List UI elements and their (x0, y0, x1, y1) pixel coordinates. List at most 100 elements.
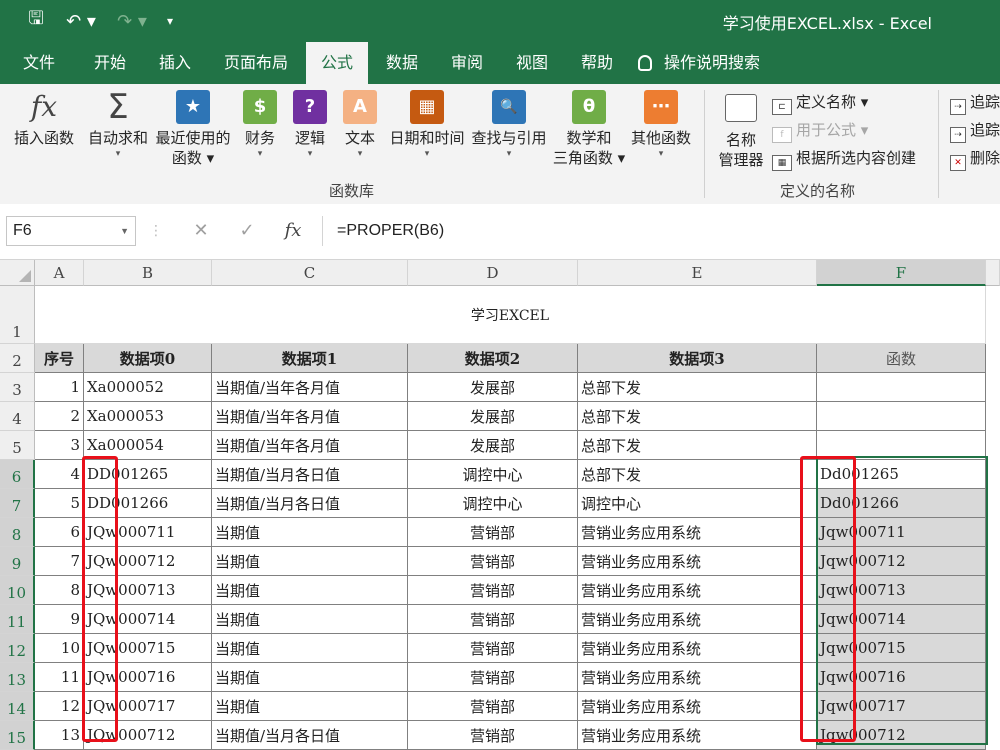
row-header-4[interactable]: 4 (0, 402, 35, 431)
cell-col-e-row5[interactable]: 总部下发 (578, 431, 817, 460)
tab-file[interactable]: 文件 (10, 42, 68, 84)
cell-col-a-row9[interactable]: 7 (35, 547, 84, 576)
header-cell-col-b[interactable]: 数据项0 (84, 344, 212, 373)
cell-col-e-row14[interactable]: 营销业务应用系统 (578, 692, 817, 721)
cell-col-a-row13[interactable]: 11 (35, 663, 84, 692)
header-cell-col-f[interactable]: 函数 (817, 344, 986, 373)
tab-page-layout[interactable]: 页面布局 (212, 42, 300, 84)
row-header-11[interactable]: 11 (0, 605, 35, 634)
cell-col-c-row14[interactable]: 当期值 (212, 692, 408, 721)
trace-dependents-button[interactable]: ⇢ 追踪 (950, 119, 1000, 143)
redo-icon[interactable]: ↷ ▾ (110, 8, 154, 34)
cell-col-d-row11[interactable]: 营销部 (408, 605, 578, 634)
column-header-e[interactable]: E (578, 260, 817, 286)
name-manager-button[interactable]: 名称 管理器 (714, 90, 768, 170)
cell-col-a-row7[interactable]: 5 (35, 489, 84, 518)
recently-used-button[interactable]: ★ 最近使用的 函数 ▾ (152, 90, 234, 168)
cell-col-a-row5[interactable]: 3 (35, 431, 84, 460)
column-header-a[interactable]: A (35, 260, 84, 286)
cell-col-d-row4[interactable]: 发展部 (408, 402, 578, 431)
cell-col-c-row3[interactable]: 当期值/当年各月值 (212, 373, 408, 402)
tab-review[interactable]: 审阅 (437, 42, 497, 84)
save-icon[interactable]: 🖫 (22, 8, 50, 34)
cell-col-a-row6[interactable]: 4 (35, 460, 84, 489)
cell-col-d-row14[interactable]: 营销部 (408, 692, 578, 721)
cell-col-a-row12[interactable]: 10 (35, 634, 84, 663)
row-header-1[interactable]: 1 (0, 286, 35, 344)
undo-icon[interactable]: ↶ ▾ (58, 8, 104, 34)
row-header-7[interactable]: 7 (0, 489, 35, 518)
customize-toolbar-icon[interactable]: ▾ (160, 8, 180, 34)
cell-col-c-row15[interactable]: 当期值/当月各日值 (212, 721, 408, 750)
column-header-b[interactable]: B (84, 260, 212, 286)
lookup-reference-button[interactable]: 🔍 查找与引用 ▾ (468, 90, 550, 160)
cell-col-c-row5[interactable]: 当期值/当年各月值 (212, 431, 408, 460)
row-header-6[interactable]: 6 (0, 460, 35, 489)
cell-col-e-row3[interactable]: 总部下发 (578, 373, 817, 402)
column-header-c[interactable]: C (212, 260, 408, 286)
cell-col-e-row11[interactable]: 营销业务应用系统 (578, 605, 817, 634)
cell-col-c-row6[interactable]: 当期值/当月各日值 (212, 460, 408, 489)
tab-help[interactable]: 帮助 (567, 42, 627, 84)
cell-col-e-row12[interactable]: 营销业务应用系统 (578, 634, 817, 663)
cell-col-d-row3[interactable]: 发展部 (408, 373, 578, 402)
cell-col-d-row13[interactable]: 营销部 (408, 663, 578, 692)
row-header-8[interactable]: 8 (0, 518, 35, 547)
row-header-5[interactable]: 5 (0, 431, 35, 460)
cell-col-a-row11[interactable]: 9 (35, 605, 84, 634)
text-button[interactable]: A 文本 ▾ (338, 90, 382, 160)
row-header-14[interactable]: 14 (0, 692, 35, 721)
cell-col-e-row6[interactable]: 总部下发 (578, 460, 817, 489)
cell-col-e-row9[interactable]: 营销业务应用系统 (578, 547, 817, 576)
tab-data[interactable]: 数据 (372, 42, 432, 84)
cell-col-b-row3[interactable]: Xa000052 (84, 373, 212, 402)
create-from-selection-button[interactable]: ▦ 根据所选内容创建 (772, 147, 916, 171)
tab-home[interactable]: 开始 (80, 42, 140, 84)
cell-col-c-row13[interactable]: 当期值 (212, 663, 408, 692)
cell-col-a-row10[interactable]: 8 (35, 576, 84, 605)
sheet-title-cell[interactable]: 学习EXCEL (35, 286, 986, 344)
cell-col-a-row4[interactable]: 2 (35, 402, 84, 431)
tab-formulas[interactable]: 公式 (306, 42, 368, 84)
tab-insert[interactable]: 插入 (145, 42, 205, 84)
cell-col-a-row14[interactable]: 12 (35, 692, 84, 721)
column-header-f[interactable]: F (817, 260, 986, 286)
autosum-button[interactable]: Σ 自动求和 ▾ (84, 90, 152, 160)
cell-col-d-row5[interactable]: 发展部 (408, 431, 578, 460)
more-functions-button[interactable]: ⋯ 其他函数 ▾ (628, 90, 694, 160)
cell-col-a-row3[interactable]: 1 (35, 373, 84, 402)
header-cell-col-d[interactable]: 数据项2 (408, 344, 578, 373)
insert-function-icon[interactable]: fx (278, 216, 308, 246)
tab-view[interactable]: 视图 (502, 42, 562, 84)
cell-col-f-row3[interactable] (817, 373, 986, 402)
cell-col-d-row6[interactable]: 调控中心 (408, 460, 578, 489)
cell-col-c-row8[interactable]: 当期值 (212, 518, 408, 547)
cell-col-c-row4[interactable]: 当期值/当年各月值 (212, 402, 408, 431)
cell-col-c-row11[interactable]: 当期值 (212, 605, 408, 634)
header-cell-col-c[interactable]: 数据项1 (212, 344, 408, 373)
cell-col-a-row15[interactable]: 13 (35, 721, 84, 750)
cell-col-e-row10[interactable]: 营销业务应用系统 (578, 576, 817, 605)
math-trig-button[interactable]: θ 数学和 三角函数 ▾ (550, 90, 628, 168)
logical-button[interactable]: ? 逻辑 ▾ (288, 90, 332, 160)
cell-col-c-row9[interactable]: 当期值 (212, 547, 408, 576)
cell-col-e-row13[interactable]: 营销业务应用系统 (578, 663, 817, 692)
row-header-10[interactable]: 10 (0, 576, 35, 605)
header-cell-col-a[interactable]: 序号 (35, 344, 84, 373)
cell-col-d-row10[interactable]: 营销部 (408, 576, 578, 605)
cell-col-f-row4[interactable] (817, 402, 986, 431)
name-box[interactable]: F6 ▼ (6, 216, 136, 246)
row-header-2[interactable]: 2 (0, 344, 35, 373)
cell-col-d-row7[interactable]: 调控中心 (408, 489, 578, 518)
cell-col-e-row8[interactable]: 营销业务应用系统 (578, 518, 817, 547)
cell-col-d-row9[interactable]: 营销部 (408, 547, 578, 576)
cell-col-d-row8[interactable]: 营销部 (408, 518, 578, 547)
tell-me-search[interactable]: 操作说明搜索 (638, 42, 778, 84)
cell-col-d-row12[interactable]: 营销部 (408, 634, 578, 663)
header-cell-col-e[interactable]: 数据项3 (578, 344, 817, 373)
cell-col-b-row4[interactable]: Xa000053 (84, 402, 212, 431)
formula-input[interactable]: =PROPER(B6) (322, 216, 1000, 246)
cell-col-d-row15[interactable]: 营销部 (408, 721, 578, 750)
column-header-d[interactable]: D (408, 260, 578, 286)
select-all-button[interactable] (0, 260, 35, 286)
